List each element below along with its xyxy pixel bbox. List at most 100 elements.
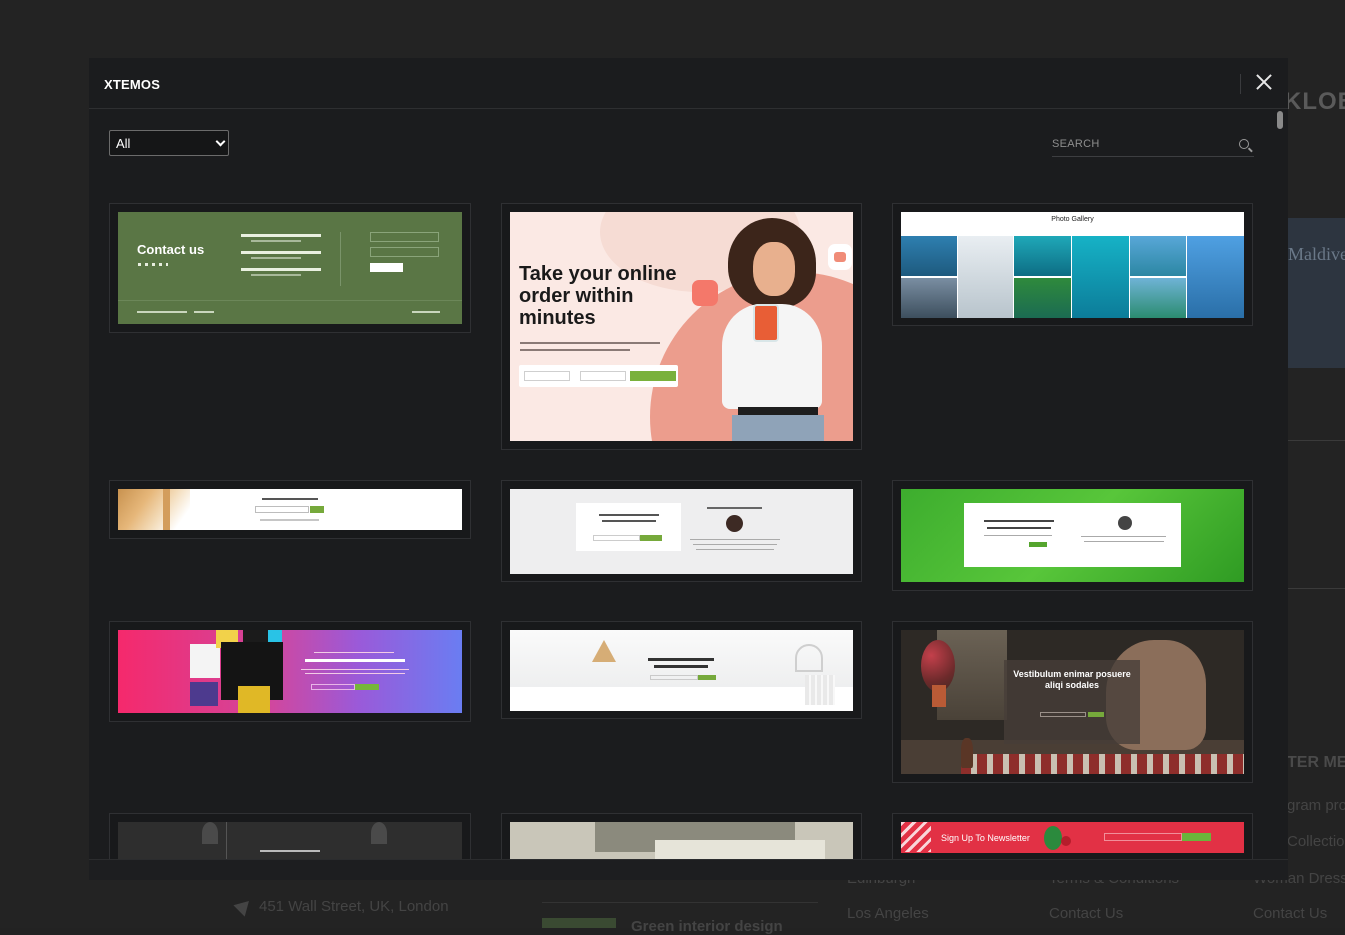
avatar — [726, 515, 743, 532]
template-heading: Sign Up To Newsletter — [941, 833, 1030, 843]
text-line — [520, 342, 660, 344]
text-line — [648, 658, 714, 661]
scrollbar-track[interactable] — [1273, 109, 1288, 859]
form-button — [310, 506, 324, 513]
search-input[interactable] — [1052, 135, 1232, 153]
template-card-subscribe-learn[interactable] — [501, 621, 862, 719]
template-preview: Contact us — [118, 212, 462, 324]
location-arrow-icon — [233, 895, 255, 917]
gallery-image — [958, 236, 1013, 318]
footer-link: Contact Us — [1049, 905, 1124, 922]
info-line — [251, 274, 301, 276]
template-preview — [901, 489, 1244, 582]
text-line — [693, 544, 777, 545]
food-badge-icon — [692, 280, 718, 306]
template-preview — [118, 630, 462, 713]
template-preview: Sign Up To Newsletter — [901, 822, 1244, 853]
divider — [340, 232, 341, 286]
form-field — [370, 247, 439, 257]
person-belt — [738, 407, 818, 415]
album-cover — [190, 644, 220, 678]
info-line — [241, 268, 321, 271]
template-preview — [118, 822, 462, 862]
form-field — [370, 232, 439, 242]
template-card-online-order[interactable]: Take your online order within minutes — [501, 203, 862, 450]
template-preview — [510, 630, 853, 711]
text-line — [520, 349, 630, 351]
category-filter-select[interactable]: All — [109, 130, 229, 156]
social-icons — [138, 263, 168, 266]
text-line — [599, 514, 659, 516]
template-preview: Photo Gallery — [901, 212, 1244, 318]
gallery-image — [1130, 278, 1186, 318]
scrollbar-thumb[interactable] — [1277, 111, 1283, 129]
form-field — [524, 371, 570, 381]
album-cover — [268, 630, 282, 642]
template-card-discounts-clients[interactable] — [501, 480, 862, 582]
form-button — [370, 263, 403, 272]
modal-footer-bar — [89, 859, 1288, 880]
lamp-image — [371, 822, 387, 844]
text-line — [301, 669, 409, 670]
template-preview: Take your online order within minutes — [510, 212, 853, 441]
info-line — [251, 240, 301, 242]
form-field — [593, 535, 640, 541]
text-line — [1081, 536, 1166, 537]
modal-title: XTEMOS — [104, 77, 161, 92]
text-line — [1084, 541, 1164, 542]
template-card-woodmart-newsletter[interactable] — [109, 621, 471, 722]
info-line — [241, 251, 321, 254]
template-heading: Take your online order within minutes — [519, 263, 677, 329]
form-button — [630, 371, 676, 381]
template-card-share-theme[interactable] — [892, 480, 1253, 591]
background-link: gram pro — [1287, 797, 1345, 814]
background-card — [1287, 218, 1345, 368]
vase-image — [932, 685, 946, 707]
album-cover — [190, 682, 218, 706]
close-icon[interactable] — [1253, 71, 1275, 93]
divider — [226, 822, 227, 862]
background-card-text: Maldive — [1288, 244, 1345, 264]
avatar — [1118, 516, 1132, 530]
header-separator — [1240, 74, 1241, 94]
text-line — [305, 673, 405, 674]
footer-post-thumbnail — [542, 918, 616, 928]
text-line — [654, 665, 708, 668]
form-button — [1029, 542, 1047, 547]
template-preview — [118, 489, 462, 530]
footer-line — [194, 311, 214, 313]
order-form — [519, 365, 678, 387]
form-field — [650, 675, 698, 680]
template-card-contact-us[interactable]: Contact us — [109, 203, 471, 333]
gallery-image — [1130, 236, 1186, 276]
person-face — [753, 242, 795, 296]
search-icon[interactable] — [1239, 139, 1249, 149]
text-line — [314, 652, 394, 653]
rug-image — [961, 754, 1244, 774]
form-button — [355, 684, 379, 690]
gallery-image — [901, 236, 957, 276]
divider — [118, 300, 462, 301]
background-link: Collection — [1287, 833, 1345, 850]
template-card-photo-gallery[interactable]: Photo Gallery — [892, 203, 1253, 326]
lamp-image — [202, 822, 218, 844]
background-footer: 451 Wall Street, UK, London Green interi… — [0, 870, 1345, 935]
background-divider — [1287, 588, 1345, 589]
footer-link: Los Angeles — [847, 905, 929, 922]
footer-address: 451 Wall Street, UK, London — [259, 898, 449, 915]
text-line — [984, 520, 1054, 522]
wood-image — [163, 489, 170, 530]
form-button — [1182, 833, 1211, 841]
gallery-image — [1187, 236, 1244, 318]
background-logo: KLOB — [1284, 88, 1345, 115]
gallery-image — [1014, 236, 1071, 276]
modal-header: XTEMOS — [89, 58, 1288, 109]
template-card-vestibulum[interactable]: Vestibulum enimar posuere aliqi sodales — [892, 621, 1253, 783]
form-button — [640, 535, 662, 541]
decor-shape — [592, 640, 616, 662]
text-line — [260, 519, 319, 521]
text-line — [602, 520, 656, 522]
template-card-newsletter-wood[interactable] — [109, 480, 471, 539]
text-line — [984, 535, 1052, 536]
footer-divider — [542, 902, 818, 903]
